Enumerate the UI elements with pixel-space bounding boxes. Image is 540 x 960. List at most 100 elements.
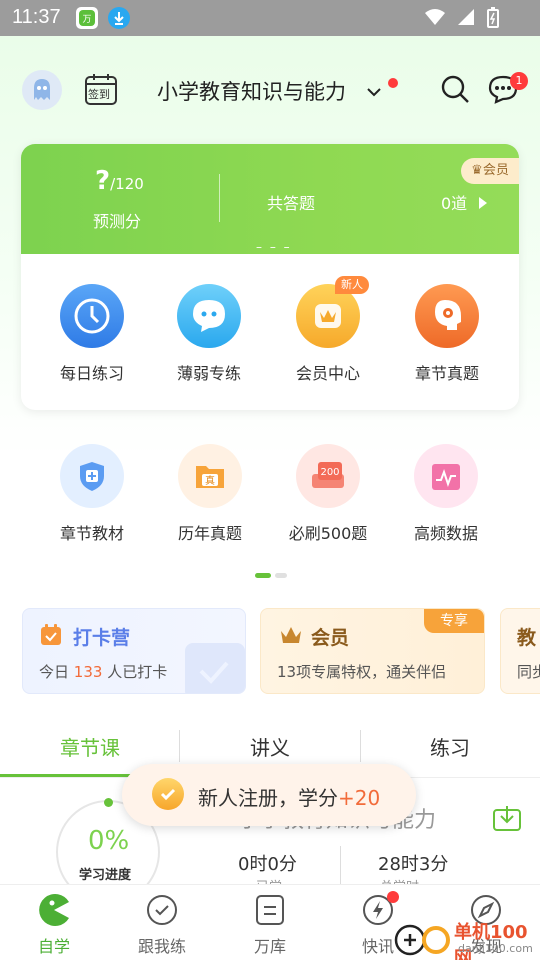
check-badge-icon bbox=[152, 778, 184, 810]
head-gear-icon bbox=[415, 284, 479, 348]
nav-label: 自学 bbox=[37, 937, 70, 956]
tool-must-do-500[interactable]: 200 必刷500题 bbox=[269, 444, 387, 544]
tab-chapter-course[interactable]: 章节课 bbox=[0, 732, 180, 761]
vip-tag[interactable]: ♛会员 bbox=[461, 158, 519, 184]
card-pager: – – – bbox=[256, 240, 292, 254]
tab-handout[interactable]: 讲义 bbox=[180, 732, 360, 761]
predict-score-total: /120 bbox=[110, 175, 144, 193]
search-icon[interactable] bbox=[440, 74, 470, 108]
promo-row: 打卡营 今日 133 人已打卡 会员 专享 13项专属特权，通关伴侣 教 同步 bbox=[0, 608, 540, 696]
nav-wanku[interactable]: 万库 bbox=[216, 893, 324, 957]
message-badge: 1 bbox=[510, 72, 528, 90]
feature-weak-practice[interactable]: 薄弱专练 bbox=[150, 284, 268, 384]
promo-title: 会员 bbox=[311, 627, 350, 649]
new-user-toast[interactable]: 新人注册，学分+20 bbox=[122, 764, 416, 826]
promo-checkin-camp[interactable]: 打卡营 今日 133 人已打卡 bbox=[22, 608, 246, 694]
download-icon bbox=[108, 7, 130, 29]
promo-title: 教 bbox=[517, 627, 537, 649]
exclusive-tag: 专享 bbox=[424, 609, 484, 633]
new-user-tag: 新人 bbox=[335, 276, 369, 294]
progress-label: 学习进度 bbox=[79, 868, 132, 883]
progress-percent: 0% bbox=[88, 826, 130, 856]
lightning-icon bbox=[361, 891, 399, 927]
promo-title: 打卡营 bbox=[73, 627, 131, 649]
shield-book-icon bbox=[60, 444, 124, 508]
card-divider bbox=[219, 174, 220, 222]
feature-daily-practice[interactable]: 每日练习 bbox=[33, 284, 151, 384]
promo-vip[interactable]: 会员 专享 13项专属特权，通关伴侣 bbox=[260, 608, 485, 694]
predict-score-label: 预测分 bbox=[93, 212, 142, 231]
stack-200-icon: 200 bbox=[296, 444, 360, 508]
tool-past-exams[interactable]: 真 历年真题 bbox=[151, 444, 269, 544]
avatar[interactable] bbox=[22, 70, 62, 110]
battery-icon bbox=[486, 7, 500, 33]
tool-badge: 真 bbox=[205, 474, 215, 487]
answered-label: 共答题 bbox=[267, 194, 316, 213]
checkin-button[interactable]: 签到 bbox=[84, 72, 118, 106]
nav-follow-practice[interactable]: 跟我练 bbox=[108, 893, 216, 957]
nav-self-study[interactable]: 自学 bbox=[0, 893, 108, 957]
toast-text: 新人注册，学分 bbox=[198, 786, 338, 810]
tool-badge: 200 bbox=[320, 467, 339, 478]
feature-vip-center[interactable]: 会员中心 bbox=[269, 284, 387, 384]
toast-message: 新人注册，学分+20 bbox=[198, 782, 380, 811]
promo-subtitle: 13项专属特权，通关伴侣 bbox=[277, 663, 447, 681]
toast-bonus: +20 bbox=[338, 786, 381, 810]
folder-icon: 真 bbox=[178, 444, 242, 508]
exam-selector[interactable]: 小学教育知识与能力 bbox=[157, 76, 346, 106]
status-bar: 11:37 万 bbox=[0, 0, 540, 36]
checkin-label: 签到 bbox=[88, 88, 110, 101]
feature-label: 章节真题 bbox=[414, 364, 479, 383]
watermark-url: danji100.com bbox=[458, 942, 533, 955]
promo-subtitle: 同步 bbox=[517, 663, 540, 681]
promo-sync[interactable]: 教 同步 bbox=[500, 608, 540, 694]
learned-label: 已学 bbox=[256, 876, 282, 884]
promo-subtitle-prefix: 今日 bbox=[39, 663, 74, 681]
tab-practice[interactable]: 练习 bbox=[360, 732, 540, 761]
tool-label: 必刷500题 bbox=[288, 524, 368, 543]
total-label: 总学时 bbox=[380, 876, 419, 884]
pacman-icon bbox=[37, 893, 71, 927]
nav-label: 万库 bbox=[253, 937, 286, 956]
tool-label: 历年真题 bbox=[177, 524, 242, 543]
chevron-down-icon[interactable] bbox=[367, 82, 381, 101]
crown-icon: ♛ bbox=[471, 163, 483, 178]
tool-frequent-data[interactable]: 高频数据 bbox=[387, 444, 505, 544]
exam-notification-dot bbox=[388, 78, 398, 88]
site-watermark: 单机100网 danji100.com bbox=[392, 916, 540, 960]
clock-icon bbox=[60, 284, 124, 348]
tool-chapter-textbook[interactable]: 章节教材 bbox=[33, 444, 151, 544]
tools-pager bbox=[255, 564, 291, 583]
feature-chapter-exam[interactable]: 章节真题 bbox=[388, 284, 506, 384]
feature-label: 薄弱专练 bbox=[176, 364, 241, 383]
total-time: 28时3分 bbox=[378, 854, 449, 875]
score-card-banner[interactable]: ♛会员 ?/120 预测分 共答题 0道 – – – bbox=[21, 144, 519, 254]
predict-score-value: ? bbox=[95, 166, 111, 196]
answered-value: 0道 bbox=[441, 194, 468, 213]
calendar-icon bbox=[39, 623, 63, 651]
progress-dot bbox=[104, 798, 113, 807]
status-time: 11:37 bbox=[12, 6, 61, 28]
chart-icon bbox=[414, 444, 478, 508]
download-icon[interactable] bbox=[492, 804, 522, 836]
promo-subtitle: 今日 133 人已打卡 bbox=[39, 661, 167, 682]
svg-text:万: 万 bbox=[82, 15, 91, 25]
news-notification-dot bbox=[387, 891, 399, 903]
signal-icon bbox=[456, 7, 476, 33]
promo-subtitle-suffix: 人已打卡 bbox=[102, 663, 168, 681]
chat-bubble-icon bbox=[177, 284, 241, 348]
learned-time: 0时0分 bbox=[238, 854, 297, 875]
score-card: ♛会员 ?/120 预测分 共答题 0道 – – – 每日练习 薄弱专练 会员中… bbox=[21, 144, 519, 410]
tools-row: 章节教材 真 历年真题 200 必刷500题 高频数据 bbox=[0, 444, 540, 554]
predict-score: ?/120 bbox=[95, 166, 144, 196]
chevron-right-icon[interactable] bbox=[479, 194, 487, 213]
nav-label: 跟我练 bbox=[137, 937, 186, 956]
document-icon bbox=[253, 893, 287, 927]
app-header: 签到 小学教育知识与能力 1 bbox=[0, 56, 540, 122]
feature-label: 每日练习 bbox=[59, 364, 124, 383]
checkin-count: 133 bbox=[73, 663, 103, 681]
calendar-watermark-icon bbox=[185, 643, 245, 693]
wifi-icon bbox=[424, 7, 446, 33]
feature-row: 每日练习 薄弱专练 会员中心 新人 章节真题 bbox=[21, 254, 519, 410]
stat-divider bbox=[340, 846, 341, 884]
